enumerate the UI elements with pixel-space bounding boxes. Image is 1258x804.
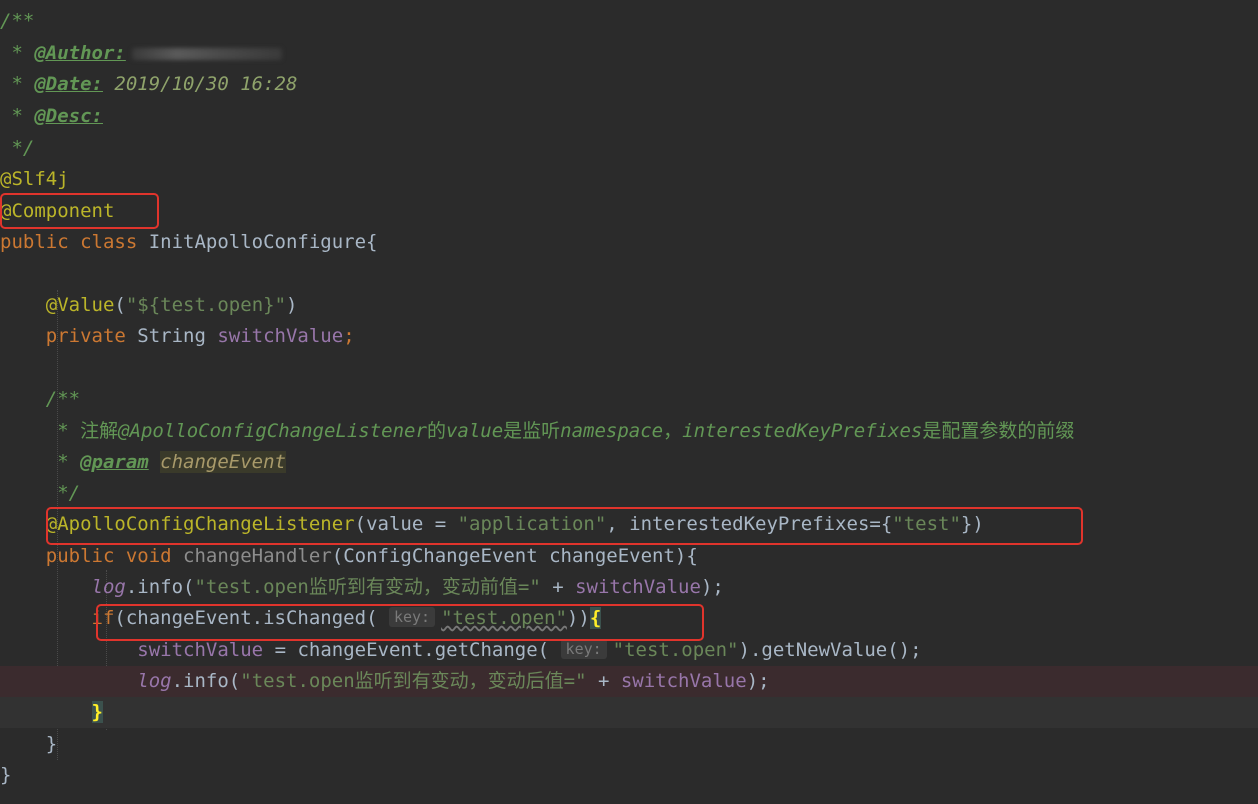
keyword-private: private (45, 325, 138, 347)
code-line-8[interactable]: public class InitApolloConfigure{ (0, 227, 1258, 258)
code-line-11[interactable]: private String switchValue; (0, 321, 1258, 352)
doc-tag-author: @Author: (34, 42, 126, 64)
code-line-22[interactable]: log.info("test.open监听到有变动，变动后值=" + switc… (0, 666, 1258, 697)
code-line-2[interactable]: * @Author: (0, 38, 1258, 69)
field-switchvalue: switchValue (217, 325, 344, 347)
code-editor[interactable]: /** * @Author: * @Date: 2019/10/30 16:28… (0, 0, 1258, 804)
code-line-19[interactable]: log.info("test.open监听到有变动，变动前值=" + switc… (0, 572, 1258, 603)
code-line-23[interactable]: } (0, 697, 1258, 728)
code-line-13[interactable]: /** (0, 384, 1258, 415)
code-line-18[interactable]: public void changeHandler(ConfigChangeEv… (0, 541, 1258, 572)
doc-tag-date: @Date: (34, 73, 103, 95)
code-line-17[interactable]: @ApolloConfigChangeListener(value = "app… (0, 509, 1258, 540)
matched-brace: } (91, 701, 103, 723)
parameter-hint: key: (560, 639, 607, 659)
code-line-4[interactable]: * @Desc: (0, 101, 1258, 132)
doc-comment-open: /** (0, 388, 81, 410)
code-line-21[interactable]: switchValue = changeEvent.getChange( key… (0, 635, 1258, 666)
class-name: InitApolloConfigure{ (148, 231, 378, 253)
doc-param-name: changeEvent (160, 451, 287, 473)
doc-date-value: 2019/10/30 16:28 (102, 73, 298, 95)
code-line-1[interactable]: /** (0, 6, 1258, 37)
parameter-hint: key: (388, 607, 436, 627)
keyword-public-class: public class (0, 231, 149, 253)
code-line-16[interactable]: */ (0, 478, 1258, 509)
log-ref: log (137, 670, 172, 692)
doc-comment-close: */ (0, 137, 35, 159)
redacted-author (131, 47, 282, 60)
code-line-24[interactable]: } (0, 729, 1258, 760)
doc-tag-desc: @Desc: (34, 105, 103, 127)
annotation-slf4j: @Slf4j (0, 168, 69, 190)
code-line-15[interactable]: * @param changeEvent (0, 447, 1258, 478)
code-line-10[interactable]: @Value("${test.open}") (0, 290, 1258, 321)
doc-comment-open: /** (0, 10, 35, 32)
keyword-if: if (91, 607, 115, 629)
doc-tag-param: @param (80, 451, 149, 473)
doc-comment-close: */ (0, 482, 81, 504)
code-line-14[interactable]: * 注解@ApolloConfigChangeListener的value是监听… (0, 416, 1258, 447)
keyword-public-void: public void (45, 545, 184, 567)
doc-comment-star: * (0, 105, 35, 127)
annotation-value: @Value (45, 294, 115, 316)
code-line-20[interactable]: if(changeEvent.isChanged( key: "test.open… (0, 603, 1258, 634)
annotation-listener: @ApolloConfigChangeListener (45, 513, 355, 535)
type-string: String (137, 325, 218, 347)
annotation-component: @Component (0, 200, 115, 222)
code-line-5[interactable]: */ (0, 133, 1258, 164)
code-line-6[interactable]: @Slf4j (0, 164, 1258, 195)
matched-brace: { (589, 607, 602, 629)
code-line-3[interactable]: * @Date: 2019/10/30 16:28 (0, 69, 1258, 100)
method-name: changeHandler (183, 545, 332, 567)
log-ref: log (91, 576, 126, 598)
code-line-25[interactable]: } (0, 760, 1258, 791)
code-line-7[interactable]: @Component (0, 196, 1258, 227)
doc-comment-star: * (0, 73, 35, 95)
doc-comment-star: * (0, 42, 35, 64)
string-literal: "${test.open}" (125, 294, 287, 316)
